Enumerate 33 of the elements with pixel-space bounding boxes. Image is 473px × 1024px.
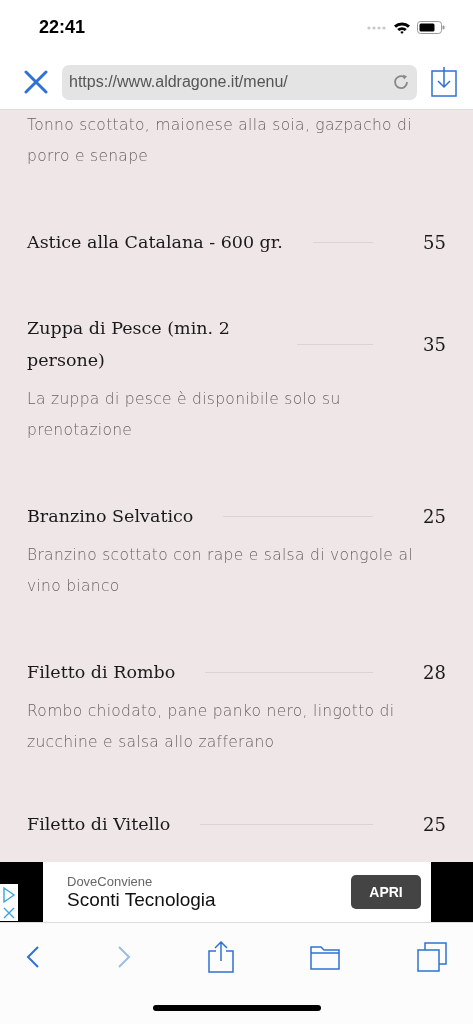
dish-description: Tonno scottato, maionese alla soia, gazpacho di porro e senape <box>27 115 413 167</box>
signal-icon <box>367 25 387 30</box>
ad-headline: Sconti Tecnologia <box>67 888 216 911</box>
status-time: 22:41 <box>39 17 86 38</box>
dish-price: 35 <box>423 333 446 355</box>
wifi-icon <box>393 21 411 34</box>
dish-price: 28 <box>423 661 446 683</box>
tabs-button[interactable] <box>417 942 447 972</box>
dish-name: Filetto di Vitello <box>27 813 171 836</box>
folder-button[interactable] <box>310 944 341 970</box>
address-field[interactable]: https://www.aldragone.it/menu/ <box>62 64 417 100</box>
download-button[interactable] <box>431 67 457 97</box>
url-text: https://www.aldragone.it/menu/ <box>69 73 288 91</box>
home-indicator[interactable] <box>152 1004 321 1011</box>
reload-icon[interactable] <box>392 73 410 91</box>
dish-description: Branzino scottato con rape e salsa di vongole al vino bianco <box>27 545 414 597</box>
dish-description: La zuppa di pesce è disponibile solo su prenotazione <box>27 389 342 441</box>
battery-icon <box>417 21 445 34</box>
share-button[interactable] <box>207 941 234 973</box>
dish-price: 25 <box>423 813 446 835</box>
close-button[interactable] <box>24 70 48 94</box>
dish-name: Branzino Selvatico <box>27 505 194 528</box>
dish-name: Filetto di Rombo <box>27 661 176 684</box>
adchoices-icon[interactable] <box>0 884 18 921</box>
ad-banner[interactable]: DoveConviene Sconti Tecnologia APRI <box>43 862 431 922</box>
advertiser-name: DoveConviene <box>67 873 154 889</box>
dish-description: Rombo chiodato, pane panko nero, lingotto di zucchine e salsa allo zafferano <box>27 701 396 753</box>
dish-price: 25 <box>423 505 446 527</box>
open-button[interactable]: APRI <box>351 875 421 909</box>
dish-name: Zuppa di Pesce (min. 2 persone) <box>27 317 231 372</box>
back-button[interactable] <box>26 945 40 969</box>
dish-name: Astice alla Catalana - 600 gr. <box>27 231 283 254</box>
dish-price: 55 <box>423 231 446 253</box>
